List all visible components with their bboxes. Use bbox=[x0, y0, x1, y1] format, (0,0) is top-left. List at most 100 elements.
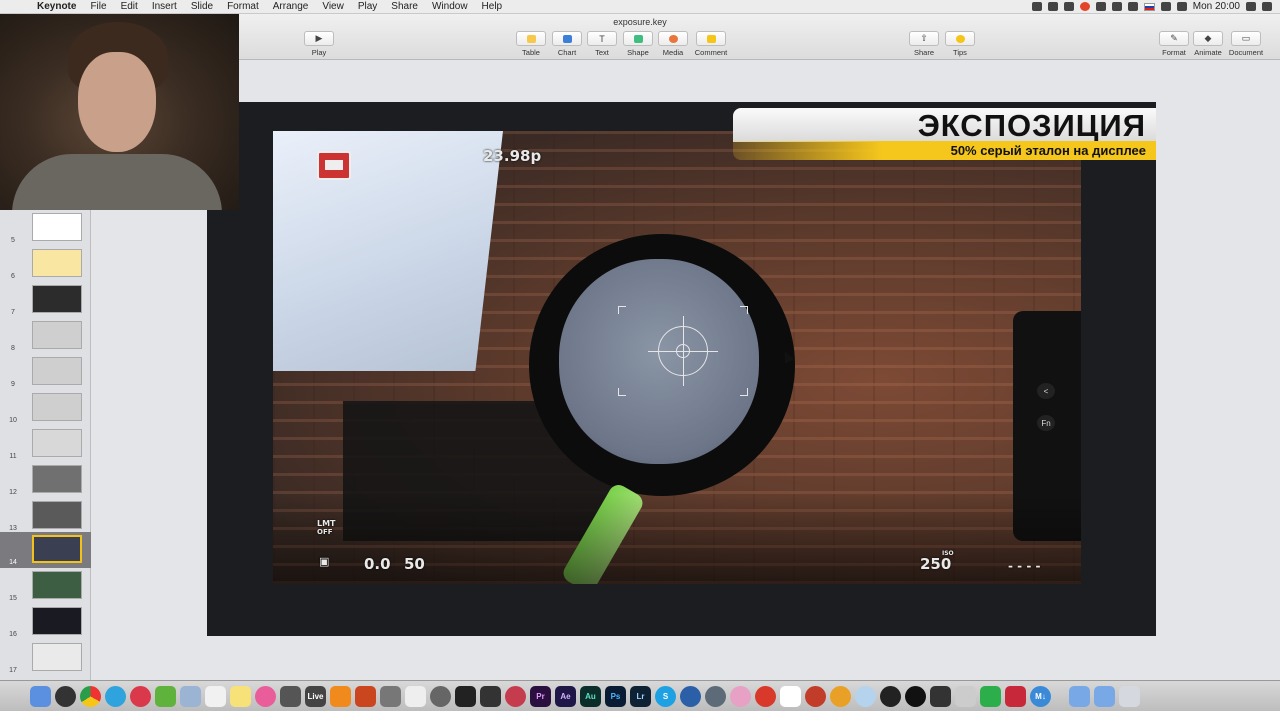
folder-icon[interactable] bbox=[1094, 685, 1115, 707]
menu-share[interactable]: Share bbox=[384, 1, 425, 12]
text-button[interactable]: T Text bbox=[582, 31, 622, 57]
volume-icon[interactable] bbox=[1111, 2, 1122, 11]
evernote-icon[interactable] bbox=[980, 685, 1001, 707]
notification-center-icon[interactable] bbox=[1262, 2, 1272, 11]
trash-icon[interactable] bbox=[1119, 685, 1140, 707]
slide-thumb[interactable]: 8 bbox=[0, 318, 91, 354]
table-button[interactable]: Table bbox=[511, 31, 551, 57]
paw-icon[interactable] bbox=[405, 685, 426, 707]
menu-clock[interactable]: Mon 20:00 bbox=[1193, 1, 1240, 12]
document-label: Document bbox=[1228, 48, 1264, 57]
slide-thumb[interactable]: 11 bbox=[0, 426, 91, 462]
fire-icon[interactable] bbox=[355, 685, 376, 707]
spotlight-icon[interactable] bbox=[1246, 2, 1256, 11]
menu-file[interactable]: File bbox=[83, 1, 113, 12]
opera-icon[interactable] bbox=[1079, 2, 1090, 11]
slide-thumb[interactable]: 13 bbox=[0, 498, 91, 534]
battery-icon[interactable] bbox=[1176, 2, 1187, 11]
slide[interactable]: < Fn 23.98p LMT OFF ▣ 0.0 50 250 ISO - -… bbox=[207, 102, 1156, 636]
dropbox-icon[interactable] bbox=[1031, 2, 1042, 11]
live-icon[interactable]: Live bbox=[305, 685, 326, 707]
menu-play[interactable]: Play bbox=[351, 1, 384, 12]
aftereffects-icon[interactable]: Ae bbox=[555, 685, 576, 707]
slide-thumb[interactable]: 16 bbox=[0, 604, 91, 640]
lips-icon[interactable] bbox=[130, 685, 151, 707]
one-icon[interactable] bbox=[855, 685, 876, 707]
automator-icon[interactable] bbox=[380, 685, 401, 707]
davinci-icon[interactable] bbox=[505, 685, 526, 707]
dictionary-icon[interactable] bbox=[780, 685, 801, 707]
menu-app-name[interactable]: Keynote bbox=[30, 1, 83, 12]
menu-window[interactable]: Window bbox=[425, 1, 475, 12]
chrome-icon[interactable] bbox=[80, 685, 101, 707]
tips-button[interactable]: Tips bbox=[940, 31, 980, 57]
skype-icon[interactable]: S bbox=[655, 685, 676, 707]
appstore-folder-icon[interactable] bbox=[1069, 685, 1090, 707]
slide-thumb-selected[interactable]: 14 bbox=[0, 532, 91, 568]
sketch-icon[interactable] bbox=[955, 685, 976, 707]
safari-icon[interactable] bbox=[705, 685, 726, 707]
slide-thumb[interactable]: 9 bbox=[0, 354, 91, 390]
vlc-icon[interactable] bbox=[330, 685, 351, 707]
activity-monitor-icon[interactable] bbox=[430, 685, 451, 707]
menu-slide[interactable]: Slide bbox=[184, 1, 220, 12]
menu-arrange[interactable]: Arrange bbox=[266, 1, 316, 12]
shape-button[interactable]: Shape bbox=[618, 31, 658, 57]
slide-thumb[interactable]: 15 bbox=[0, 568, 91, 604]
chart-button[interactable]: Chart bbox=[547, 31, 587, 57]
document-button[interactable]: ▭ Document bbox=[1226, 31, 1266, 57]
airmail-icon[interactable] bbox=[755, 685, 776, 707]
notebook-icon[interactable] bbox=[1005, 685, 1026, 707]
russian-flag-icon[interactable] bbox=[1143, 2, 1155, 11]
wifi-icon[interactable] bbox=[1160, 2, 1171, 11]
animate-button[interactable]: ◆ Animate bbox=[1188, 31, 1228, 57]
utorrent-icon[interactable] bbox=[155, 685, 176, 707]
menu-format[interactable]: Format bbox=[220, 1, 266, 12]
sun-icon[interactable] bbox=[830, 685, 851, 707]
markdown-icon[interactable]: M↓ bbox=[1030, 685, 1051, 707]
terminal-icon[interactable] bbox=[455, 685, 476, 707]
title-banner[interactable]: ЭКСПОЗИЦИЯ 50% серый эталон на дисплее bbox=[733, 108, 1156, 160]
lightroom-icon[interactable]: Lr bbox=[630, 685, 651, 707]
menu-insert[interactable]: Insert bbox=[145, 1, 184, 12]
eject-icon[interactable] bbox=[1095, 2, 1106, 11]
font-icon[interactable] bbox=[805, 685, 826, 707]
camera-icon[interactable] bbox=[880, 685, 901, 707]
audition-icon[interactable]: Au bbox=[580, 685, 601, 707]
record-icon[interactable] bbox=[1063, 2, 1074, 11]
preview-icon[interactable] bbox=[180, 685, 201, 707]
textedit-icon[interactable] bbox=[205, 685, 226, 707]
media-button[interactable]: Media bbox=[653, 31, 693, 57]
display-icon[interactable] bbox=[1047, 2, 1058, 11]
camera-button-back: < bbox=[1037, 383, 1055, 399]
menu-view[interactable]: View bbox=[315, 1, 351, 12]
comment-button[interactable]: Comment bbox=[691, 31, 731, 57]
photoshop-icon[interactable]: Ps bbox=[605, 685, 626, 707]
quill-icon[interactable] bbox=[680, 685, 701, 707]
launchpad-icon[interactable] bbox=[55, 685, 76, 707]
telegram-icon[interactable] bbox=[105, 685, 126, 707]
slide-thumb[interactable]: 10 bbox=[0, 390, 91, 426]
github-icon[interactable] bbox=[905, 685, 926, 707]
premiere-icon[interactable]: Pr bbox=[530, 685, 551, 707]
slide-thumb[interactable]: 5 bbox=[0, 210, 91, 246]
slide-thumb[interactable]: 6 bbox=[0, 246, 91, 282]
share-button[interactable]: ⇧ Share bbox=[904, 31, 944, 57]
focus-reticle-icon bbox=[618, 306, 748, 396]
mountain-icon[interactable] bbox=[480, 685, 501, 707]
menu-help[interactable]: Help bbox=[475, 1, 510, 12]
clapper-icon[interactable] bbox=[930, 685, 951, 707]
slide-thumb[interactable]: 17 bbox=[0, 640, 91, 676]
flower-icon[interactable] bbox=[730, 685, 751, 707]
itunes-icon[interactable] bbox=[255, 685, 276, 707]
slide-thumb[interactable]: 7 bbox=[0, 282, 91, 318]
menu-edit[interactable]: Edit bbox=[114, 1, 145, 12]
slide-thumb[interactable]: 12 bbox=[0, 462, 91, 498]
play-button[interactable]: ▶ Play bbox=[299, 31, 339, 57]
slide-number: 6 bbox=[11, 273, 15, 280]
bluetooth-icon[interactable] bbox=[1127, 2, 1138, 11]
notes-icon[interactable] bbox=[230, 685, 251, 707]
calculator-icon[interactable] bbox=[280, 685, 301, 707]
tips-icon bbox=[955, 34, 965, 43]
finder-icon[interactable] bbox=[30, 685, 51, 707]
